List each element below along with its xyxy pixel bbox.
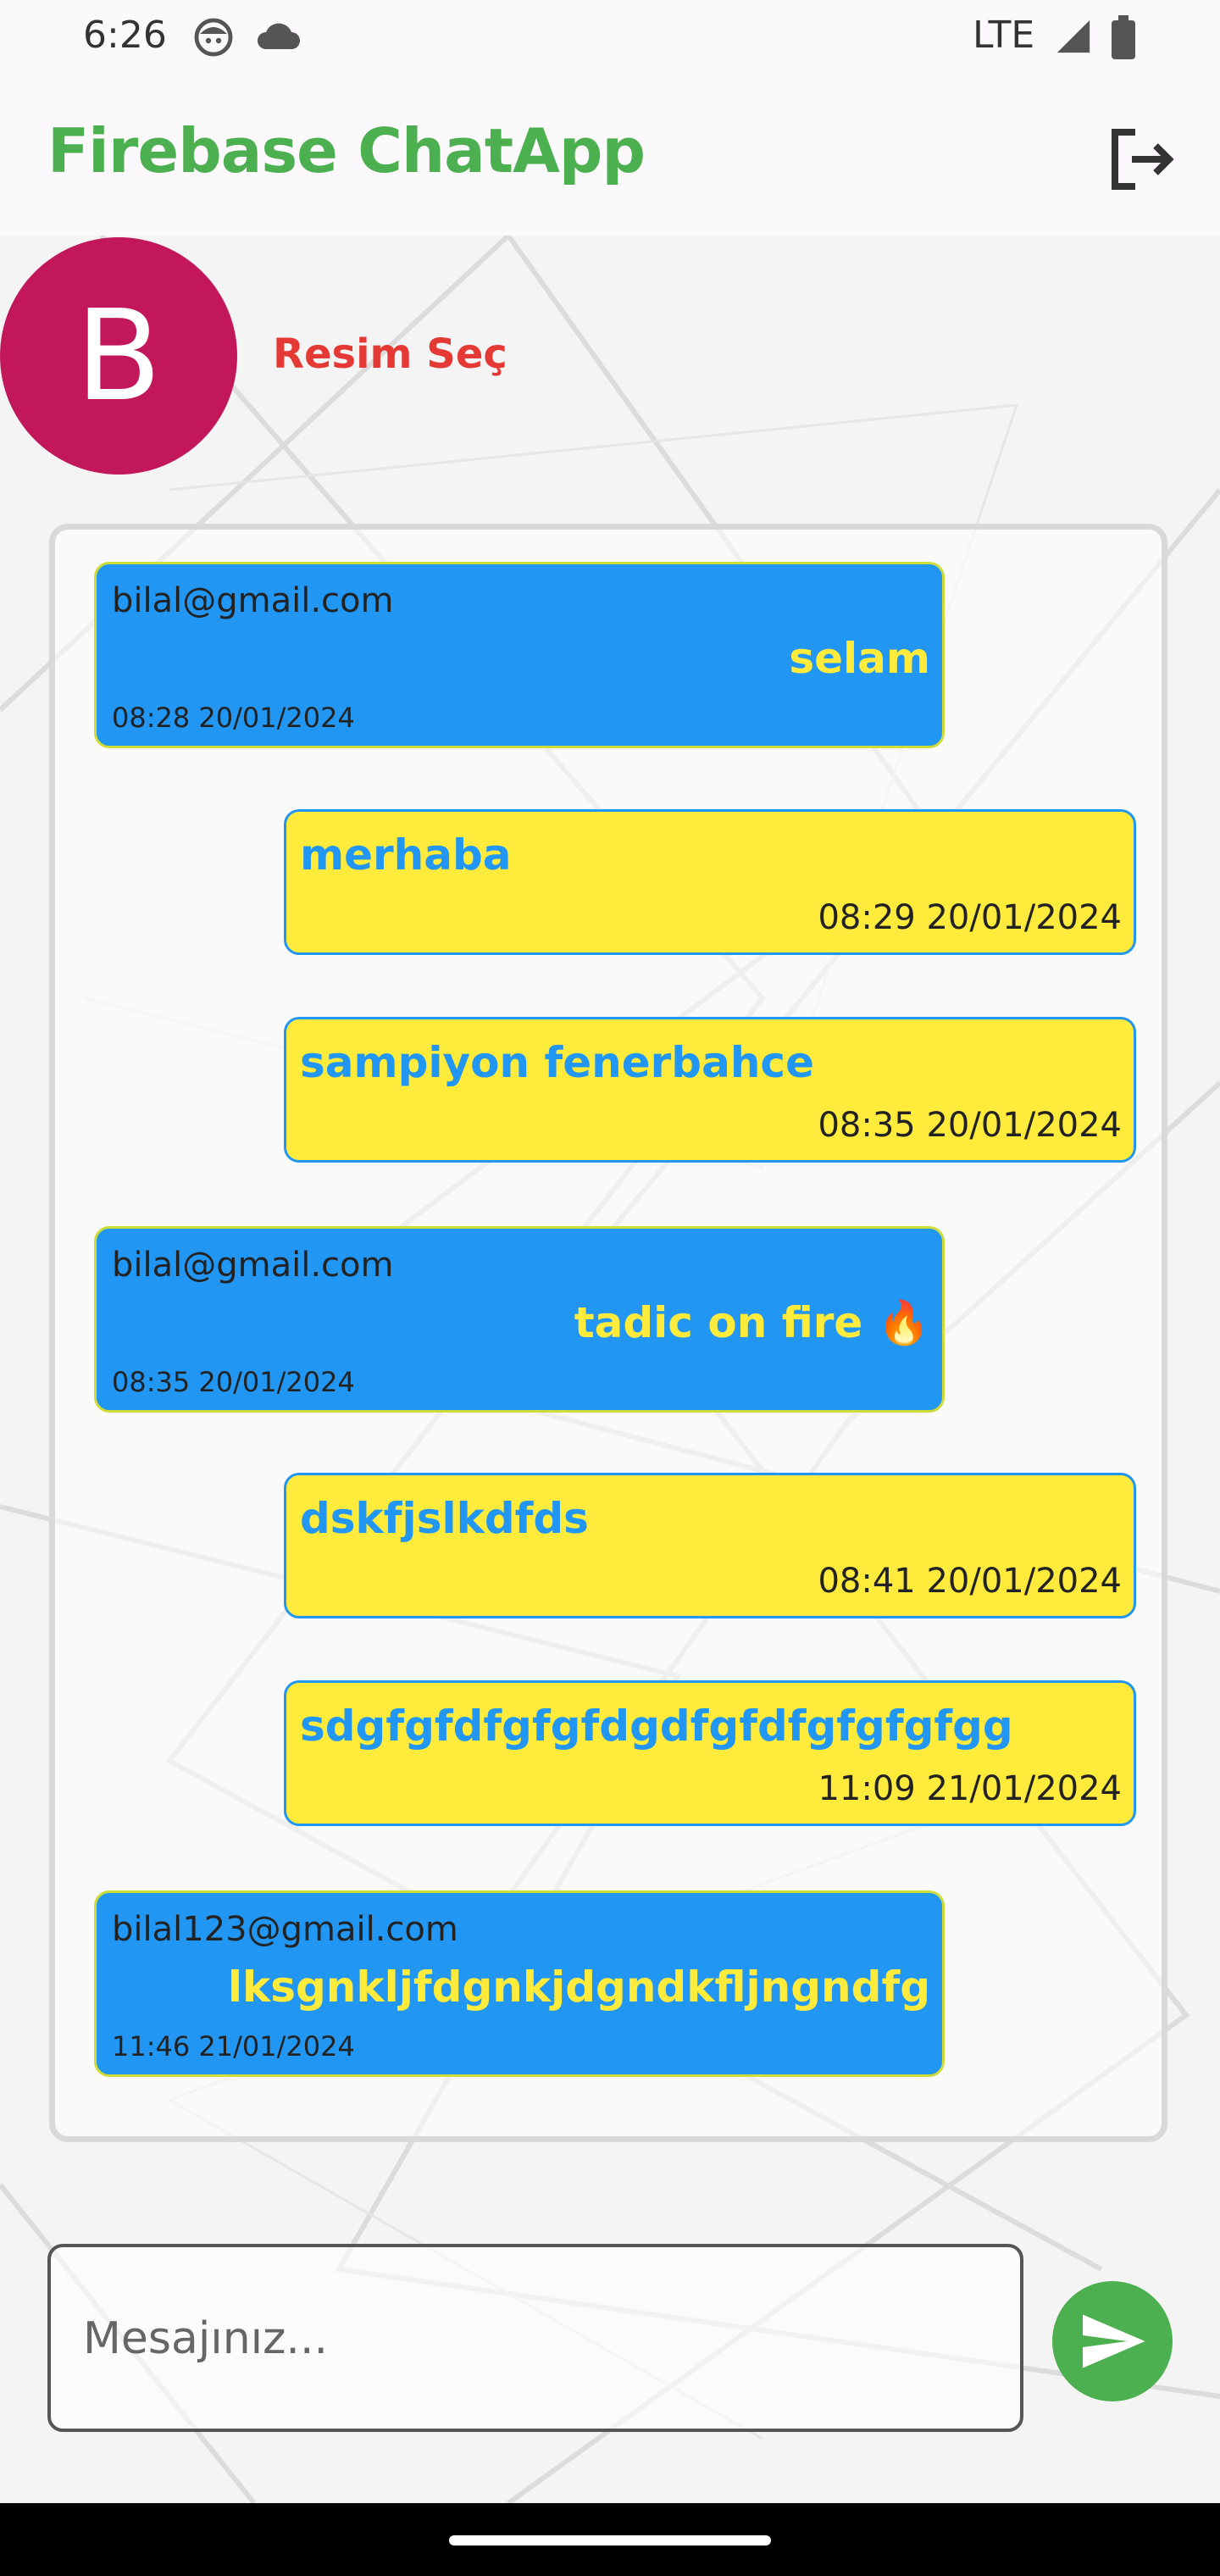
message-time: 08:35 20/01/2024 [112,1366,355,1398]
cloud-icon [258,23,300,49]
message-bubble-incoming: bilal@gmail.com selam 08:28 20/01/2024 [94,562,945,748]
send-button[interactable] [1052,2281,1173,2401]
app-bar: Firebase ChatApp [0,75,1220,236]
app-title: Firebase ChatApp [47,115,646,186]
message-text: lksgnkljfdgnkjdgndkfljngndfg [227,1963,930,2012]
message-sender: bilal@gmail.com [112,1246,394,1285]
message-time: 08:35 20/01/2024 [818,1106,1122,1145]
logout-button[interactable] [1101,119,1183,200]
message-text: merhaba [300,830,512,880]
system-navigation-bar [0,2503,1220,2576]
message-time: 08:41 20/01/2024 [818,1562,1122,1601]
status-time: 6:26 [83,14,167,57]
message-time: 11:46 21/01/2024 [112,2030,355,2062]
avatar[interactable]: B [0,237,237,475]
signal-icon [1056,19,1090,53]
logout-icon [1112,129,1174,190]
send-icon [1083,2314,1145,2368]
message-text: tadic on fire 🔥 [574,1298,930,1347]
home-handle[interactable] [449,2535,771,2545]
chat-screen: B Resim Seç bilal@gmail.com selam 08:28 … [0,236,1220,2503]
message-time: 08:29 20/01/2024 [818,898,1122,937]
message-time: 11:09 21/01/2024 [818,1769,1122,1808]
message-bubble-outgoing: merhaba 08:29 20/01/2024 [284,809,1136,955]
message-bubble-incoming: bilal@gmail.com tadic on fire 🔥 08:35 20… [94,1226,945,1413]
message-bubble-outgoing: sampiyon fenerbahce 08:35 20/01/2024 [284,1017,1136,1163]
message-sender: bilal@gmail.com [112,581,394,620]
pick-image-button[interactable]: Resim Seç [273,330,507,378]
message-text: sampiyon fenerbahce [300,1038,814,1087]
message-text: dskfjslkdfds [300,1494,589,1543]
message-text: selam [789,634,930,683]
message-input[interactable] [81,2247,1000,2430]
status-bar: 6:26 LTE [0,0,1220,75]
message-bubble-outgoing: sdgfgfdfgfgfdgdfgfdfgfgfgfgg 11:09 21/01… [284,1680,1136,1826]
message-text: sdgfgfdfgfgfdgdfgfdfgfgfgfgg [300,1702,1013,1751]
message-input-container [47,2244,1023,2432]
message-list[interactable]: bilal@gmail.com selam 08:28 20/01/2024 m… [49,524,1167,2142]
message-bubble-outgoing: dskfjslkdfds 08:41 20/01/2024 [284,1473,1136,1618]
battery-icon [1112,15,1135,59]
message-bubble-incoming: bilal123@gmail.com lksgnkljfdgnkjdgndkfl… [94,1890,945,2077]
face-icon [194,18,233,57]
network-label: LTE [973,14,1035,57]
message-time: 08:28 20/01/2024 [112,702,355,734]
message-sender: bilal123@gmail.com [112,1910,458,1949]
